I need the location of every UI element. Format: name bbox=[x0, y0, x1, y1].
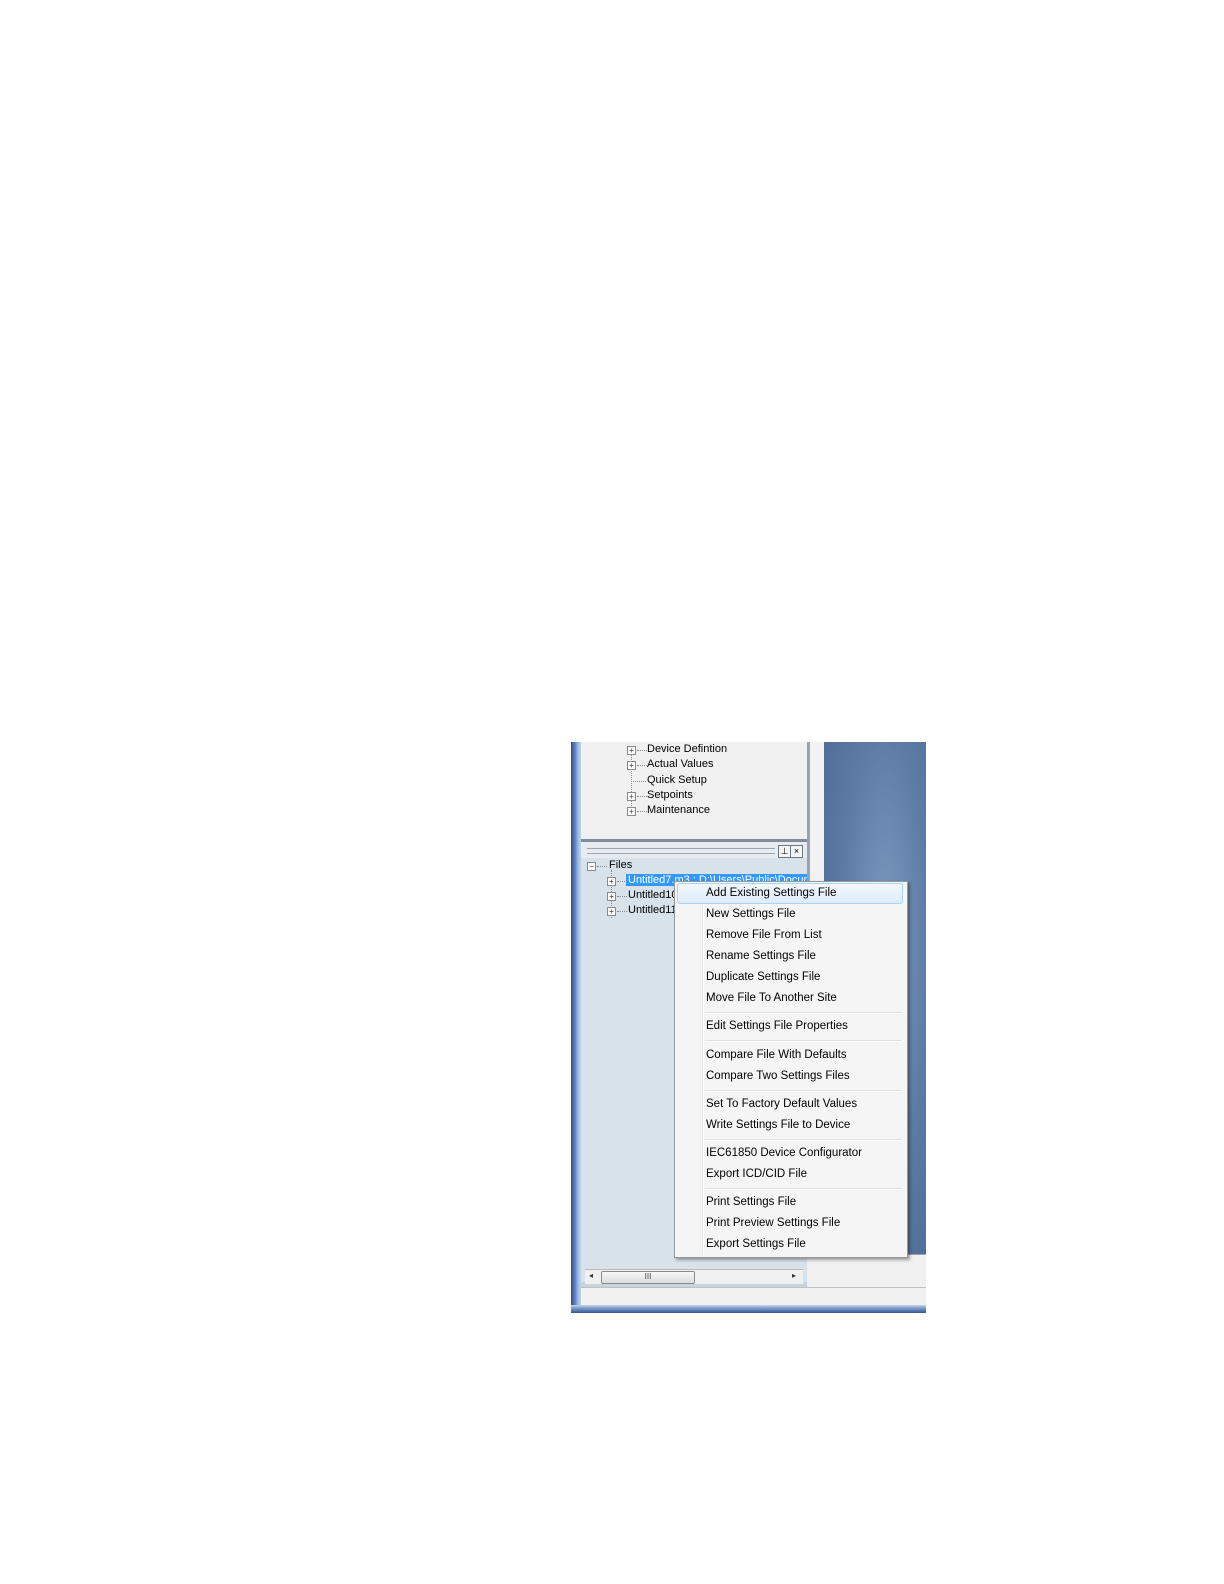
tree-item-label: Untitled11 bbox=[628, 904, 677, 916]
menu-item-edit-settings-file-properties[interactable]: Edit Settings File Properties bbox=[677, 1016, 903, 1037]
tree-item-label: Untitled10 bbox=[628, 889, 678, 901]
tree-connector bbox=[637, 765, 647, 766]
tree-item-setpoints[interactable]: Setpoints bbox=[647, 788, 693, 803]
menu-item-compare-two-settings-files[interactable]: Compare Two Settings Files bbox=[677, 1066, 903, 1087]
tree-item-label: Setpoints bbox=[647, 789, 693, 801]
expand-icon[interactable]: + bbox=[607, 877, 616, 886]
files-root[interactable]: Files bbox=[609, 858, 632, 873]
drag-grip[interactable] bbox=[587, 848, 775, 854]
collapse-icon[interactable]: − bbox=[587, 862, 596, 871]
menu-separator bbox=[705, 1090, 902, 1092]
menu-separator bbox=[705, 1139, 902, 1141]
menu-separator bbox=[705, 1012, 902, 1014]
tree-item-label: Quick Setup bbox=[647, 774, 707, 786]
status-bar bbox=[581, 1287, 926, 1306]
tree-item-label: Files bbox=[609, 859, 633, 871]
tree-item-label: Maintenance bbox=[647, 804, 710, 816]
expand-icon[interactable]: + bbox=[607, 892, 616, 901]
screenshot-window: + Device Defintion + Actual Values Quick… bbox=[571, 742, 926, 1313]
tree-item-label: Device Defintion bbox=[647, 743, 728, 755]
menu-item-print-settings-file[interactable]: Print Settings File bbox=[677, 1192, 903, 1213]
scroll-right-icon[interactable]: ▸ bbox=[792, 1271, 796, 1280]
expand-icon[interactable]: + bbox=[627, 792, 636, 801]
tree-connector bbox=[631, 781, 646, 782]
tree-item-quick-setup[interactable]: Quick Setup bbox=[647, 773, 707, 788]
menu-separator bbox=[705, 1188, 902, 1190]
window-frame-left bbox=[571, 742, 581, 1313]
menu-item-export-settings-file[interactable]: Export Settings File bbox=[677, 1234, 903, 1255]
tree-item-maintenance[interactable]: Maintenance bbox=[647, 803, 710, 818]
tree-connector bbox=[637, 796, 647, 797]
menu-item-add-existing-settings-file[interactable]: Add Existing Settings File bbox=[677, 883, 903, 904]
file-item[interactable]: Untitled11 bbox=[628, 903, 677, 918]
file-item[interactable]: Untitled10 bbox=[628, 888, 678, 903]
expand-icon[interactable]: + bbox=[607, 907, 616, 916]
tree-connector bbox=[617, 911, 627, 912]
menu-item-remove-file-from-list[interactable]: Remove File From List bbox=[677, 925, 903, 946]
tree-item-device-definition[interactable]: Device Defintion bbox=[647, 742, 727, 757]
close-icon[interactable]: × bbox=[790, 845, 803, 858]
workspace-bottom bbox=[807, 1254, 926, 1288]
menu-item-move-file-to-another-site[interactable]: Move File To Another Site bbox=[677, 988, 903, 1009]
menu-item-iec61850-device-configurator[interactable]: IEC61850 Device Configurator bbox=[677, 1143, 903, 1164]
menu-item-compare-file-with-defaults[interactable]: Compare File With Defaults bbox=[677, 1045, 903, 1066]
menu-item-print-preview-settings-file[interactable]: Print Preview Settings File bbox=[677, 1213, 903, 1234]
scroll-left-icon[interactable]: ◂ bbox=[589, 1271, 593, 1280]
menu-separator bbox=[705, 1040, 902, 1042]
tree-item-actual-values[interactable]: Actual Values bbox=[647, 757, 713, 772]
menu-item-write-settings-file-to-device[interactable]: Write Settings File to Device bbox=[677, 1115, 903, 1136]
tree-item-label: Actual Values bbox=[647, 758, 714, 770]
scroll-thumb[interactable]: III bbox=[601, 1271, 695, 1284]
expand-icon[interactable]: + bbox=[627, 746, 636, 755]
menu-item-duplicate-settings-file[interactable]: Duplicate Settings File bbox=[677, 967, 903, 988]
context-menu: Add Existing Settings File New Settings … bbox=[674, 881, 908, 1258]
window-frame-bottom bbox=[571, 1305, 926, 1313]
expand-icon[interactable]: + bbox=[627, 807, 636, 816]
tree-connector bbox=[597, 866, 607, 867]
tree-connector bbox=[637, 750, 647, 751]
menu-item-export-icd-cid-file[interactable]: Export ICD/CID File bbox=[677, 1164, 903, 1185]
horizontal-scrollbar[interactable]: ◂ III ▸ bbox=[585, 1269, 803, 1284]
device-tree: + Device Defintion + Actual Values Quick… bbox=[581, 742, 807, 839]
menu-item-new-settings-file[interactable]: New Settings File bbox=[677, 904, 903, 925]
expand-icon[interactable]: + bbox=[627, 761, 636, 770]
menu-item-set-to-factory-default-values[interactable]: Set To Factory Default Values bbox=[677, 1094, 903, 1115]
menu-item-rename-settings-file[interactable]: Rename Settings File bbox=[677, 946, 903, 967]
tree-connector bbox=[637, 811, 647, 812]
tree-connector bbox=[617, 896, 627, 897]
